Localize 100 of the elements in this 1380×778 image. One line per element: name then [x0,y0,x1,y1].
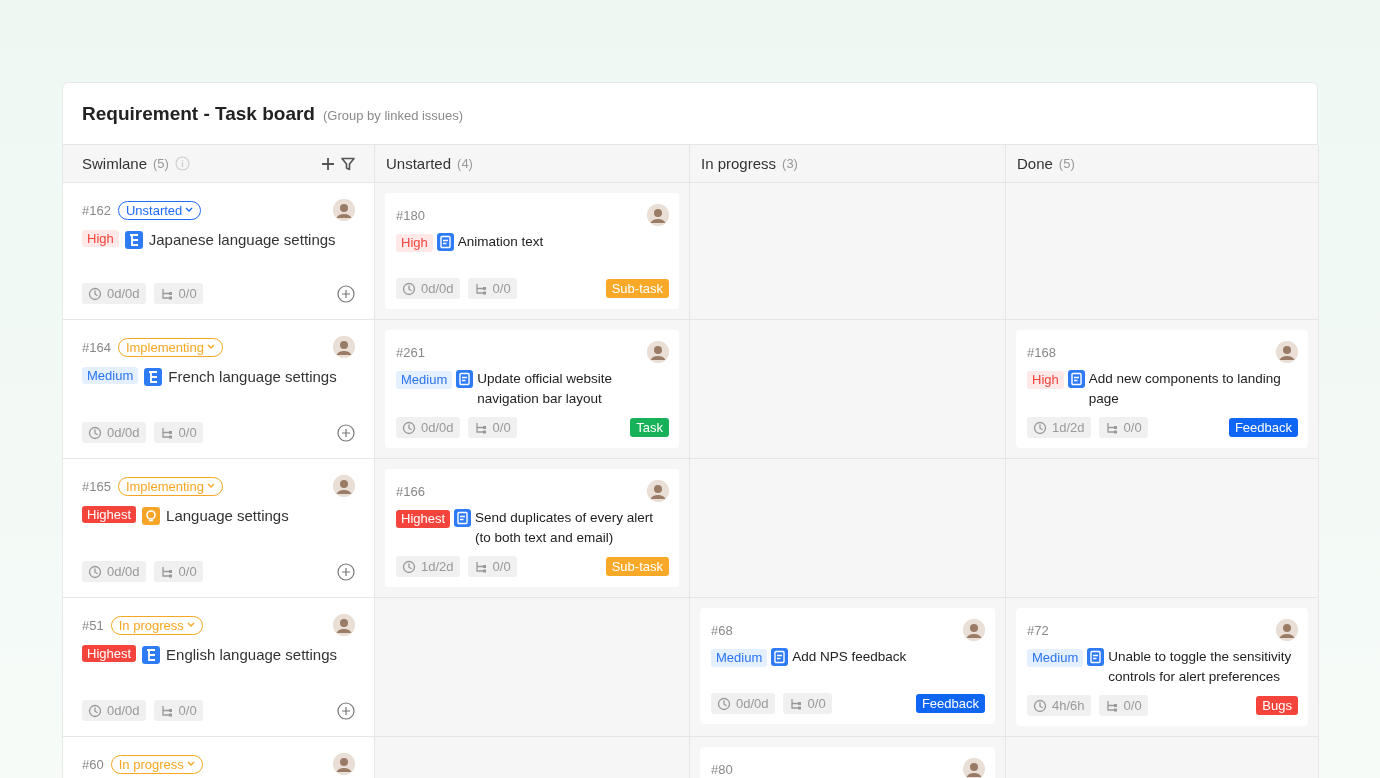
time-estimate: 0d/0d [107,703,140,718]
add-icon[interactable] [337,701,355,720]
clock-icon [88,286,102,301]
chevron-icon [206,344,215,350]
column-count: (3) [782,156,798,171]
clipboard-icon [456,370,474,388]
task-title: Update official website navigation bar layout [477,370,614,408]
clock-icon [402,281,416,296]
clock-icon [1033,698,1047,713]
column-title: Unstarted [386,155,452,172]
task-card[interactable]: #168 High Add new components to landing page 1d/2d 0/0 Feedback [1016,330,1308,448]
priority-badge: Medium [1027,649,1084,667]
subtask-icon [473,559,488,574]
issue-number: #261 [396,344,425,360]
task-title: Send duplicates of every alert (to both text and email) [475,509,654,547]
add-icon[interactable] [337,423,355,442]
issue-type-tag: Task [630,418,669,437]
time-estimate: 0d/0d [107,564,140,579]
subtask-icon [144,368,163,386]
chevron-icon [186,761,195,767]
task-card[interactable]: #68 Medium Add NPS feedback 0d/0d 0/0 Feedback [700,608,995,724]
issue-type-tag: Feedback [915,694,985,713]
issue-number: #180 [396,207,425,223]
issue-type-tag: Sub-task [605,279,669,298]
task-title: Animation text [457,233,544,251]
clipboard-icon [436,233,454,251]
time-estimate: 0d/0d [107,286,140,301]
clock-icon [88,703,102,718]
clipboard-icon [771,648,789,666]
subtask-icon [473,281,488,296]
task-card[interactable]: #261 Medium Update official website navigation bar layout 0d/0d 0/0 Task [385,330,679,448]
task-card[interactable]: #80 [700,747,995,778]
task-card[interactable]: #166 Highest Send duplicates of every alert (to both text and email) 1d/2d 0/0 Sub-task [385,469,679,587]
add-icon[interactable] [321,156,335,171]
time-estimate: 0d/0d [736,696,769,711]
subtask-icon [159,703,174,718]
clipboard-icon [1067,370,1085,388]
chevron-icon [206,483,215,489]
subtask-icon [159,286,174,301]
priority-badge: Medium [711,649,768,667]
issue-number: #166 [396,483,425,499]
priority-badge: High [396,234,433,252]
task-title: Unable to toggle the sensitivity controls for alert preferences [1108,648,1293,686]
time-estimate: 4h/6h [1052,698,1085,713]
subtask-icon [142,646,161,664]
issue-number: #72 [1027,622,1049,638]
column-title: In progress [701,155,777,172]
swimlane-title: English language settings [166,645,338,664]
column-title: Swimlane [82,155,148,172]
subtask-count: 0/0 [178,286,197,301]
task-card[interactable]: #180 High Animation text 0d/0d 0/0 Sub-task [385,193,679,309]
subtask-icon [788,696,803,711]
column-title: Done [1017,155,1053,172]
chevron-icon [186,622,195,628]
task-card[interactable]: #72 Medium Unable to toggle the sensitivity controls for alert preferences 4h/6h 0/0 Bugs [1016,608,1308,726]
board-title: Requirement - Task board [82,102,315,125]
chevron-icon [185,207,194,213]
clock-icon [88,564,102,579]
add-icon[interactable] [337,284,355,303]
clock-icon [402,559,416,574]
subtask-icon [1104,420,1119,435]
clock-icon [1033,420,1047,435]
swimlane-title: Japanese language settings [148,230,336,249]
subtask-icon [159,425,174,440]
status-dropdown[interactable]: Unstarted [117,200,202,220]
priority-badge: Medium [82,367,139,384]
issue-number: #168 [1027,344,1056,360]
priority-badge: High [1027,371,1064,389]
issue-number: #162 [82,202,111,218]
clock-icon [717,696,731,711]
time-estimate: 0d/0d [107,425,140,440]
add-icon[interactable] [337,562,355,581]
issue-number: #51 [82,617,104,633]
clock-icon [88,425,102,440]
column-count: (4) [457,156,473,171]
filter-icon[interactable] [341,156,355,171]
subtask-count: 0/0 [178,703,197,718]
issue-number: #68 [711,622,733,638]
swimlane-title: Language settings [166,506,289,525]
subtask-count: 0/0 [492,420,511,435]
issue-number: #60 [82,756,104,772]
time-estimate: 0d/0d [421,420,454,435]
subtask-icon [473,420,488,435]
subtask-count: 0/0 [178,425,197,440]
swimlane-title: French language settings [168,367,337,386]
subtask-count: 0/0 [1123,698,1142,713]
time-estimate: 0d/0d [421,281,454,296]
subtask-count: 0/0 [492,281,511,296]
lightbulb-icon [142,507,161,525]
issue-number: #165 [82,478,111,494]
task-title: Add new components to landing page [1088,370,1282,408]
task-title: Add NPS feedback [792,648,907,666]
subtask-count: 0/0 [178,564,197,579]
issue-type-tag: Sub-task [605,557,669,576]
clipboard-icon [1087,648,1105,666]
subtask-count: 0/0 [1123,420,1142,435]
issue-type-tag: Bugs [1256,696,1298,715]
subtask-icon [124,231,143,249]
time-estimate: 1d/2d [421,559,454,574]
clipboard-icon [454,509,472,527]
